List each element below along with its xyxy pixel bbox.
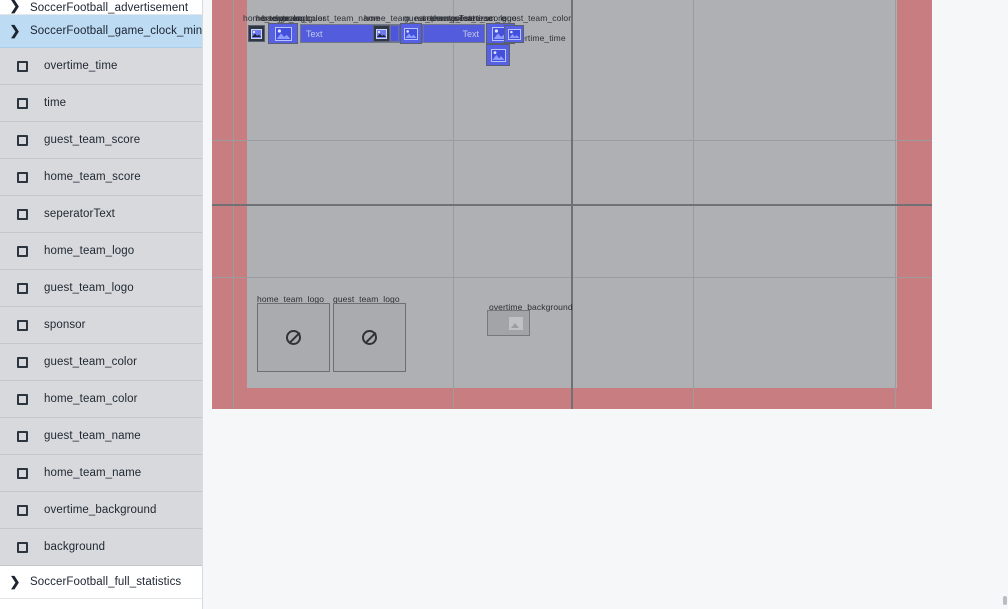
no-image-icon xyxy=(362,330,377,345)
home-team-logo-placeholder[interactable] xyxy=(257,303,330,372)
text-widget-value: Text xyxy=(462,28,479,39)
sidebar-item-guest-team-name[interactable]: guest_team_name xyxy=(0,418,202,455)
checkbox-square-icon[interactable] xyxy=(0,393,44,405)
group-label-full-statistics: SoccerFootball_full_statistics xyxy=(30,576,182,588)
checkbox-square-icon[interactable] xyxy=(0,245,44,257)
sidebar-item-background[interactable]: background xyxy=(0,529,202,566)
sidebar-item-home-team-color[interactable]: home_team_color xyxy=(0,381,202,418)
sidebar-item-guest-team-score[interactable]: guest_team_score xyxy=(0,122,202,159)
sidebar-item-label: seperatorText xyxy=(44,208,115,220)
checkbox-square-icon[interactable] xyxy=(0,541,44,553)
group-row-advertisement[interactable]: ❯ SoccerFootball_advertisement xyxy=(0,0,202,15)
checkbox-square-icon[interactable] xyxy=(0,319,44,331)
chevron-right-icon[interactable]: ❯ xyxy=(0,0,30,14)
checkbox-square-icon[interactable] xyxy=(0,504,44,516)
sidebar-item-guest-team-logo[interactable]: guest_team_logo xyxy=(0,270,202,307)
sidebar-item-guest-team-color[interactable]: guest_team_color xyxy=(0,344,202,381)
checkbox-square-icon[interactable] xyxy=(0,134,44,146)
sidebar-item-overtime-time[interactable]: overtime_time xyxy=(0,48,202,85)
group-label-advertisement: SoccerFootball_advertisement xyxy=(30,2,189,14)
checkbox-square-icon[interactable] xyxy=(0,60,44,72)
sidebar-item-label: home_team_name xyxy=(44,467,142,479)
sidebar-item-label: overtime_background xyxy=(44,504,157,516)
sidebar-item-label: guest_team_name xyxy=(44,430,141,442)
image-icon xyxy=(274,26,292,41)
sidebar-item-sponsor[interactable]: sponsor xyxy=(0,307,202,344)
checkbox-square-icon[interactable] xyxy=(0,282,44,294)
sidebar-item-label: home_team_score xyxy=(44,171,141,183)
image-placeholder-icon-box[interactable] xyxy=(400,23,422,44)
sidebar-item-seperator-text[interactable]: seperatorText xyxy=(0,196,202,233)
editor-window: ❯ SoccerFootball_advertisement ❯ SoccerF… xyxy=(0,0,1008,609)
image-placeholder-icon-box[interactable] xyxy=(248,25,265,42)
sidebar-item-home-team-score[interactable]: home_team_score xyxy=(0,159,202,196)
group-row-full-statistics[interactable]: ❯ SoccerFootball_full_statistics xyxy=(0,566,202,599)
element-label: time xyxy=(476,13,493,23)
sidebar-item-label: guest_team_logo xyxy=(44,282,134,294)
image-placeholder-icon-box[interactable] xyxy=(486,44,510,66)
sidebar-item-label: background xyxy=(44,541,106,553)
image-placeholder-icon-box[interactable] xyxy=(268,23,298,44)
image-icon xyxy=(490,48,506,62)
overtime-background-placeholder[interactable] xyxy=(487,310,530,336)
image-placeholder-icon-box[interactable] xyxy=(373,25,390,42)
vertical-scrollbar-thumb[interactable] xyxy=(1003,596,1007,605)
sidebar-item-label: home_team_logo xyxy=(44,245,135,257)
chevron-right-icon[interactable]: ❯ xyxy=(0,23,30,39)
checkbox-square-icon[interactable] xyxy=(0,467,44,479)
separator-widget[interactable] xyxy=(390,25,399,42)
group-label-game-clock-mini: SoccerFootball_game_clock_mini xyxy=(30,25,203,37)
image-placeholder-icon-box[interactable] xyxy=(504,25,524,43)
vertical-scrollbar[interactable] xyxy=(1002,0,1008,609)
checkbox-square-icon[interactable] xyxy=(0,208,44,220)
broken-image-icon xyxy=(509,316,523,330)
no-image-icon xyxy=(286,330,301,345)
image-icon xyxy=(251,28,262,39)
sidebar-item-label: sponsor xyxy=(44,319,86,331)
image-icon xyxy=(404,27,418,40)
text-widget-value: Text xyxy=(306,28,323,39)
sidebar-item-label: guest_team_color xyxy=(44,356,138,368)
sidebar-item-time[interactable]: time xyxy=(0,85,202,122)
chevron-right-icon[interactable]: ❯ xyxy=(0,574,30,590)
image-icon xyxy=(507,28,521,40)
sidebar-item-home-team-name[interactable]: home_team_name xyxy=(0,455,202,492)
group-row-game-clock-mini[interactable]: ❯ SoccerFootball_game_clock_mini xyxy=(0,15,202,48)
layers-sidebar[interactable]: ❯ SoccerFootball_advertisement ❯ SoccerF… xyxy=(0,0,203,609)
sidebar-item-home-team-logo[interactable]: home_team_logo xyxy=(0,233,202,270)
grid-center-line-horizontal xyxy=(212,204,932,206)
sidebar-item-label: time xyxy=(44,97,67,109)
checkbox-square-icon[interactable] xyxy=(0,430,44,442)
text-widget-guest-team-name[interactable]: Text xyxy=(423,24,485,43)
design-canvas[interactable]: home_team_logo background sponsor home_t… xyxy=(212,0,932,409)
sidebar-item-label: guest_team_score xyxy=(44,134,141,146)
checkbox-square-icon[interactable] xyxy=(0,97,44,109)
guest-team-logo-placeholder[interactable] xyxy=(333,303,406,372)
checkbox-square-icon[interactable] xyxy=(0,171,44,183)
checkbox-square-icon[interactable] xyxy=(0,356,44,368)
sidebar-item-label: overtime_time xyxy=(44,60,118,72)
sidebar-item-overtime-background[interactable]: overtime_background xyxy=(0,492,202,529)
sidebar-item-label: home_team_color xyxy=(44,393,138,405)
element-label: guest_team_color xyxy=(502,13,572,23)
image-icon xyxy=(376,28,387,39)
